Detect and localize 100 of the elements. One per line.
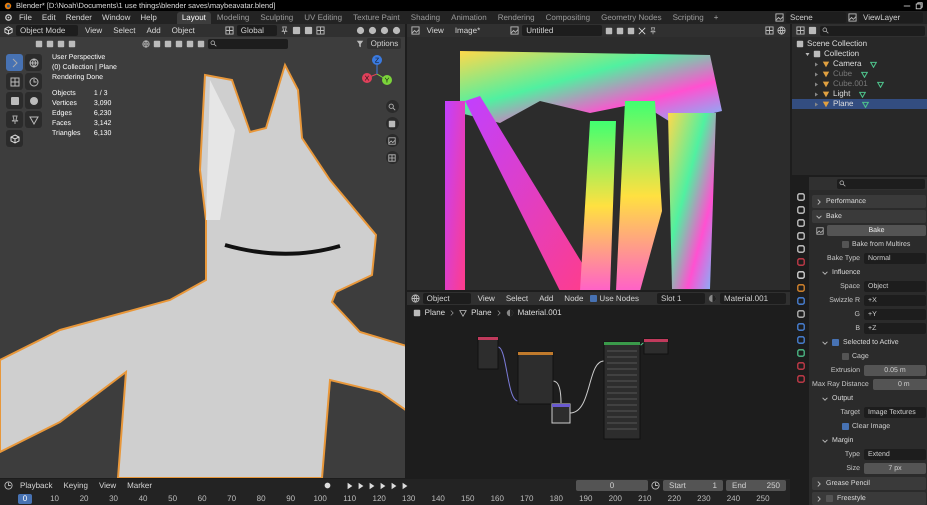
workspace-tab[interactable]: Sculpting — [255, 12, 298, 24]
clock-icon[interactable] — [651, 481, 660, 490]
workspace-tab[interactable]: Shading — [406, 12, 446, 24]
tool-button[interactable] — [25, 111, 42, 128]
checkbox[interactable] — [832, 339, 839, 346]
workspace-tab[interactable]: UV Editing — [299, 12, 348, 24]
frame-number[interactable]: 0 — [18, 494, 32, 504]
node-link[interactable] — [552, 380, 562, 404]
search-field[interactable] — [820, 26, 925, 36]
shader-node[interactable] — [517, 352, 554, 404]
outliner-item[interactable]: Collection — [792, 49, 927, 59]
search-field[interactable] — [837, 178, 925, 188]
menu-item[interactable]: Render — [62, 12, 96, 23]
frame-number: 180 — [549, 494, 564, 504]
navigation-button[interactable] — [386, 100, 399, 113]
node-link[interactable] — [569, 360, 604, 414]
frame-number: 70 — [226, 494, 238, 504]
slot-dropdown[interactable]: Slot 1 — [657, 293, 705, 304]
tool-button[interactable] — [25, 92, 42, 109]
menu-item[interactable]: View — [474, 293, 499, 304]
maximize-icon[interactable] — [915, 2, 923, 10]
gizmo-icon[interactable] — [765, 26, 774, 35]
search-field[interactable] — [208, 38, 288, 48]
navigation-button[interactable] — [386, 117, 399, 130]
menu-item[interactable]: Window — [98, 12, 134, 23]
workspace-tab[interactable]: Modeling — [212, 12, 254, 24]
image-browse-icon[interactable] — [510, 26, 520, 35]
menu-item[interactable]: File — [15, 12, 36, 23]
tool-button[interactable] — [6, 92, 23, 109]
shader-node[interactable] — [643, 338, 668, 354]
menu-item[interactable]: View — [422, 25, 448, 36]
object-data-icon[interactable] — [876, 80, 884, 88]
outliner-item[interactable]: Camera — [792, 59, 927, 69]
record-icon[interactable] — [323, 481, 332, 490]
menu-item[interactable]: Image* — [450, 25, 484, 36]
current-frame-field[interactable]: 0 — [576, 480, 648, 491]
scene-icon[interactable] — [775, 13, 784, 22]
menu-item[interactable]: Add — [142, 25, 165, 36]
editor-type-icon[interactable] — [410, 294, 420, 303]
tool-button[interactable] — [25, 54, 42, 71]
menu-item[interactable]: Edit — [38, 12, 60, 23]
navigation-button[interactable] — [386, 134, 399, 147]
menu-item[interactable]: Node — [560, 293, 588, 304]
tool-button[interactable] — [25, 73, 42, 90]
navigation-button[interactable] — [386, 151, 399, 164]
menu-item[interactable]: Keying — [59, 480, 92, 491]
orientation-icon[interactable] — [224, 26, 234, 35]
filter-icon[interactable] — [356, 40, 364, 48]
frame-number: 140 — [431, 494, 446, 504]
view-layer-selector[interactable]: ViewLayer — [859, 12, 923, 23]
object-type-dropdown[interactable]: Object — [422, 293, 471, 304]
scene-selector[interactable]: Scene — [786, 12, 846, 23]
image-name-field[interactable]: Untitled — [522, 25, 602, 36]
material-field[interactable]: Material.001 — [720, 293, 786, 304]
close-icon[interactable] — [638, 26, 646, 34]
workspace-tab[interactable]: Compositing — [540, 12, 596, 24]
options-dropdown[interactable]: Options — [366, 38, 401, 49]
menu-item[interactable]: Add — [535, 293, 558, 304]
pin-icon[interactable] — [649, 26, 658, 34]
use-nodes-checkbox[interactable]: Use Nodes — [590, 294, 639, 302]
workspace-tab[interactable]: Scripting — [668, 12, 709, 24]
tool-button[interactable] — [6, 111, 23, 128]
editor-type-icon[interactable] — [4, 481, 13, 490]
menu-item[interactable]: View — [94, 480, 120, 491]
material-icon[interactable] — [708, 294, 717, 303]
shader-node[interactable] — [603, 342, 640, 440]
tool-button[interactable] — [6, 130, 23, 147]
checkbox[interactable] — [826, 495, 833, 502]
play-icon[interactable] — [379, 482, 388, 490]
node-link[interactable] — [497, 346, 518, 402]
add-workspace-button[interactable]: + — [710, 14, 722, 22]
tool-button[interactable] — [6, 73, 23, 90]
shader-node[interactable] — [477, 336, 498, 370]
menu-item[interactable]: Select — [109, 25, 140, 36]
orientation-dropdown[interactable]: Global — [236, 25, 277, 36]
menu-item[interactable]: Select — [502, 293, 532, 304]
workspace-tab[interactable]: Texture Paint — [348, 12, 405, 24]
start-frame-field[interactable]: Start 1 — [663, 480, 723, 491]
workspace-tab[interactable]: Rendering — [492, 12, 540, 24]
menu-item[interactable]: Playback — [16, 480, 56, 491]
menu-item[interactable]: View — [81, 25, 106, 36]
outliner-item[interactable]: Scene Collection — [792, 39, 927, 49]
editor-type-icon[interactable] — [796, 26, 805, 35]
outliner-item[interactable]: Plane — [792, 99, 927, 109]
overlay-icon[interactable] — [777, 26, 786, 35]
end-frame-field[interactable]: End 250 — [726, 480, 786, 491]
workspace-tab[interactable]: Geometry Nodes — [596, 12, 667, 24]
grid-icon[interactable] — [316, 26, 325, 35]
menu-item[interactable]: Marker — [123, 480, 156, 491]
visibility-filter-icon[interactable] — [142, 40, 150, 48]
workspace-tab[interactable]: Animation — [446, 12, 492, 24]
editor-type-icon[interactable] — [4, 26, 13, 35]
navigation-gizmo[interactable] — [362, 55, 392, 85]
workspace-tab[interactable]: Layout — [176, 12, 211, 24]
mode-dropdown[interactable]: Object Mode — [16, 25, 78, 36]
menu-item[interactable]: Help — [136, 12, 161, 23]
view-layer-icon[interactable] — [848, 13, 857, 22]
menu-item[interactable]: Object — [168, 25, 199, 36]
editor-type-icon[interactable] — [410, 26, 420, 35]
outliner-item[interactable]: Light — [792, 89, 927, 99]
